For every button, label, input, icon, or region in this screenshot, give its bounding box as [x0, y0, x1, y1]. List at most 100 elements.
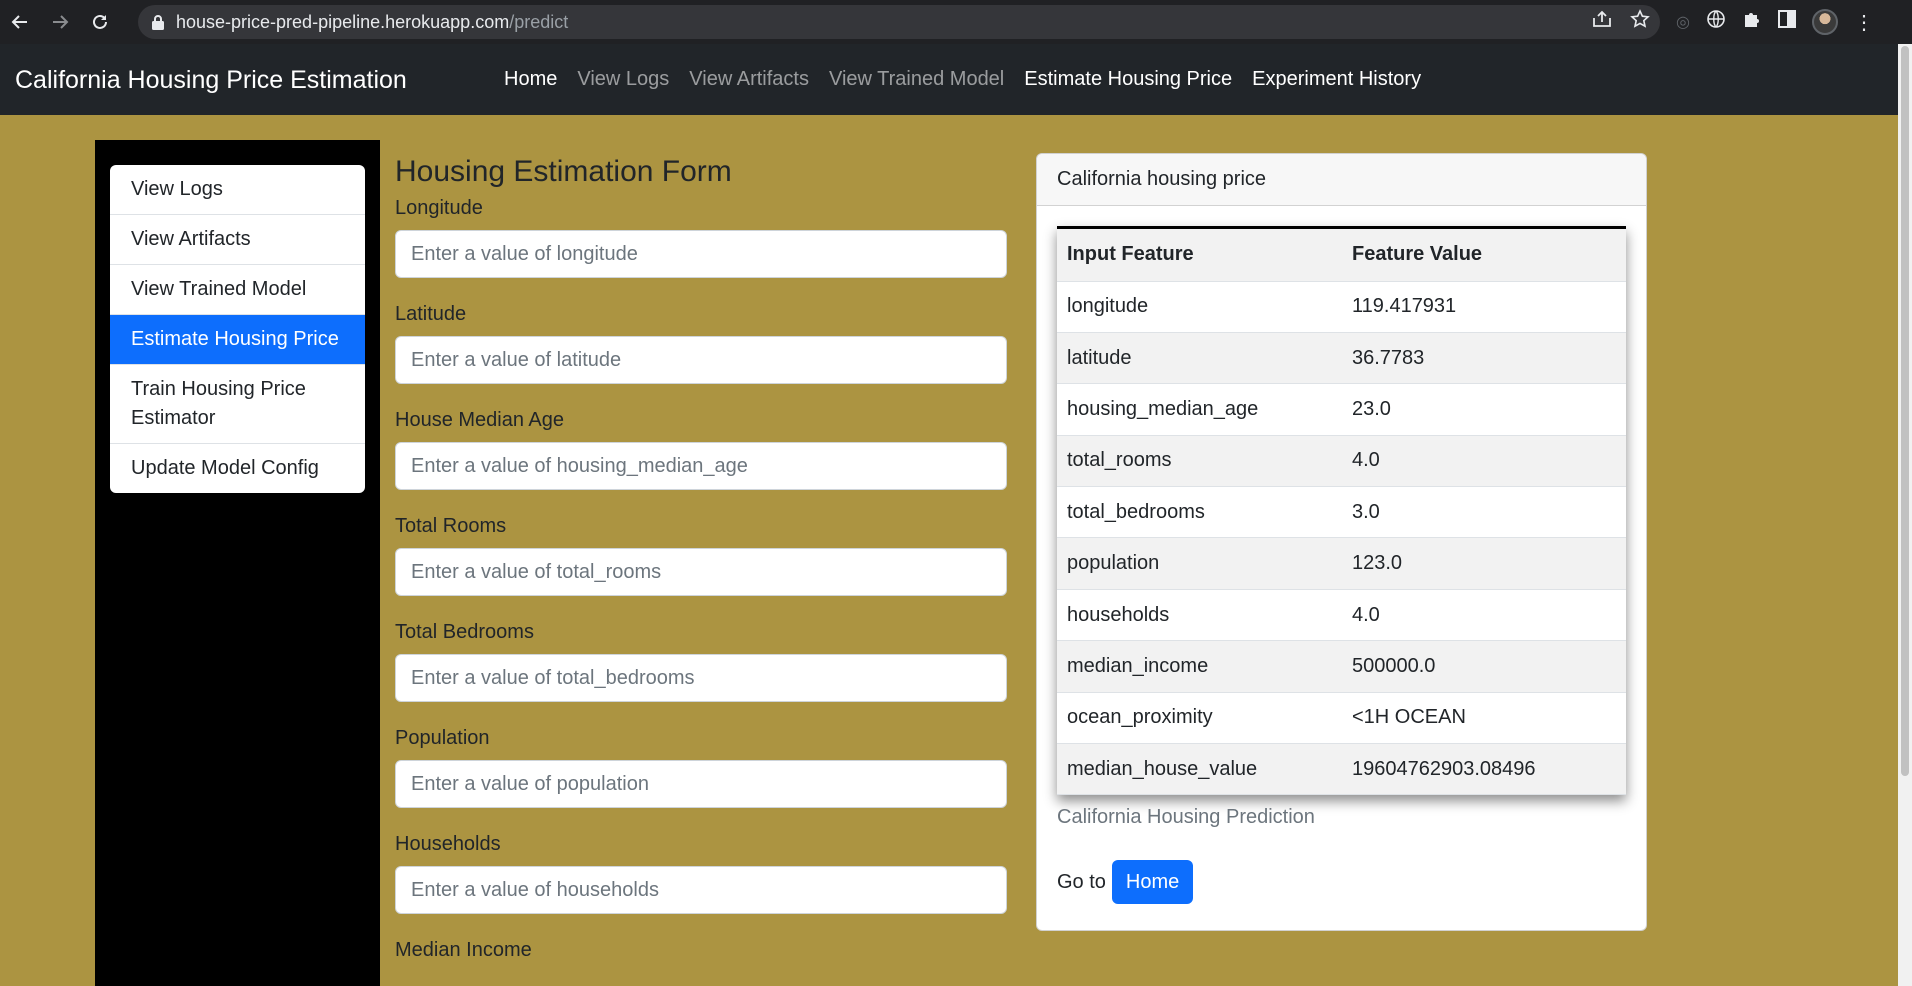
total-bedrooms-label: Total Bedrooms [395, 621, 534, 643]
table-row: median_income 500000.0 [1057, 640, 1626, 693]
app-navbar: California Housing Price Estimation Home… [0, 44, 1898, 115]
table-row: total_bedrooms 3.0 [1057, 486, 1626, 539]
house-median-age-label: House Median Age [395, 409, 565, 431]
population-field: Population [395, 727, 1007, 808]
feature-table: Input Feature Feature Value longitude 11… [1057, 229, 1626, 796]
house-median-age-input[interactable] [395, 442, 1007, 490]
feature-name-cell: median_income [1057, 640, 1342, 693]
navbar-brand[interactable]: California Housing Price Estimation [15, 66, 407, 95]
goto-label: Go to [1057, 870, 1106, 893]
nav-link-estimate-housing-price[interactable]: Estimate Housing Price [1014, 68, 1242, 91]
feature-value-cell: 19604762903.08496 [1342, 743, 1626, 796]
latitude-label: Latitude [395, 303, 467, 325]
menu-kebab-icon[interactable]: ⋮ [1854, 10, 1874, 35]
latitude-input[interactable] [395, 336, 1007, 384]
form-title: Housing Estimation Form [395, 155, 732, 188]
extensions-puzzle-icon[interactable] [1742, 9, 1762, 35]
goto-row: Go to Home [1057, 860, 1194, 904]
sidebar-item-update-model-config[interactable]: Update Model Config [110, 444, 365, 493]
total-bedrooms-field: Total Bedrooms [395, 621, 1007, 702]
table-row: latitude 36.7783 [1057, 332, 1626, 385]
total-rooms-input[interactable] [395, 548, 1007, 596]
extension-shield-icon[interactable]: ◎ [1676, 12, 1690, 32]
feature-name-cell: housing_median_age [1057, 383, 1342, 436]
table-caption: California Housing Prediction [1057, 806, 1315, 828]
reload-icon[interactable] [80, 0, 120, 44]
sidebar-item-estimate-housing-price[interactable]: Estimate Housing Price [110, 315, 365, 365]
back-arrow-icon[interactable] [0, 0, 40, 44]
feature-name-cell: total_rooms [1057, 435, 1342, 488]
column-header-feature-value: Feature Value [1342, 229, 1626, 282]
result-card: California housing price Input Feature F… [1036, 153, 1647, 931]
total-rooms-field: Total Rooms [395, 515, 1007, 596]
population-input[interactable] [395, 760, 1007, 808]
bookmark-star-icon[interactable] [1630, 9, 1650, 35]
longitude-label: Longitude [395, 197, 483, 219]
feature-value-cell: 119.417931 [1342, 281, 1626, 333]
longitude-field: Longitude [395, 197, 1007, 278]
median-income-field: Median Income [395, 939, 1007, 962]
population-label: Population [395, 727, 490, 749]
sidebar-item-train-housing-price-estimator[interactable]: Train Housing Price Estimator [110, 365, 365, 444]
feature-name-cell: median_house_value [1057, 743, 1342, 796]
households-input[interactable] [395, 866, 1007, 914]
sidebar-item-view-logs[interactable]: View Logs [110, 165, 365, 215]
feature-name-cell: total_bedrooms [1057, 486, 1342, 539]
nav-link-view-artifacts[interactable]: View Artifacts [679, 68, 819, 91]
url-text: house-price-pred-pipeline.herokuapp.com/… [176, 11, 569, 32]
feature-value-cell: 23.0 [1342, 383, 1626, 436]
column-header-input-feature: Input Feature [1057, 229, 1342, 282]
profile-avatar[interactable] [1811, 9, 1838, 35]
households-label: Households [395, 833, 501, 855]
house-median-age-field: House Median Age [395, 409, 1007, 490]
nav-link-experiment-history[interactable]: Experiment History [1242, 68, 1431, 91]
nav-link-view-logs[interactable]: View Logs [567, 68, 679, 91]
feature-name-cell: latitude [1057, 332, 1342, 385]
feature-value-cell: 36.7783 [1342, 332, 1626, 385]
feature-name-cell: longitude [1057, 281, 1342, 333]
sidebar-item-view-artifacts[interactable]: View Artifacts [110, 215, 365, 265]
scrollbar-thumb[interactable] [1901, 46, 1909, 776]
browser-toolbar: house-price-pred-pipeline.herokuapp.com/… [0, 0, 1912, 44]
table-row: median_house_value 19604762903.08496 [1057, 743, 1626, 796]
share-icon[interactable] [1592, 10, 1612, 34]
table-row: ocean_proximity <1H OCEAN [1057, 692, 1626, 745]
card-header: California housing price [1037, 154, 1646, 206]
sidebar-menu: View Logs View Artifacts View Trained Mo… [110, 165, 365, 493]
feature-value-cell: 4.0 [1342, 435, 1626, 488]
lock-icon [140, 14, 176, 30]
housing-estimation-form: Housing Estimation Form Longitude Latitu… [395, 155, 1007, 972]
sidebar: View Logs View Artifacts View Trained Mo… [95, 140, 380, 986]
table-row: households 4.0 [1057, 589, 1626, 642]
median-income-label: Median Income [395, 939, 532, 961]
home-button[interactable]: Home [1111, 860, 1194, 904]
table-row: population 123.0 [1057, 537, 1626, 590]
feature-value-cell: 500000.0 [1342, 640, 1626, 693]
total-bedrooms-input[interactable] [395, 654, 1007, 702]
address-bar[interactable]: house-price-pred-pipeline.herokuapp.com/… [138, 5, 1660, 39]
table-row: total_rooms 4.0 [1057, 435, 1626, 488]
total-rooms-label: Total Rooms [395, 515, 507, 537]
feature-value-cell: 3.0 [1342, 486, 1626, 539]
feature-name-cell: ocean_proximity [1057, 692, 1342, 745]
table-row: longitude 119.417931 [1057, 281, 1626, 333]
side-panel-icon[interactable] [1777, 10, 1796, 34]
feature-name-cell: households [1057, 589, 1342, 642]
feature-value-cell: 123.0 [1342, 537, 1626, 590]
feature-value-cell: 4.0 [1342, 589, 1626, 642]
feature-table-container: Input Feature Feature Value longitude 11… [1057, 226, 1626, 796]
table-row: housing_median_age 23.0 [1057, 383, 1626, 436]
extension-globe-icon[interactable] [1706, 9, 1726, 35]
nav-link-view-trained-model[interactable]: View Trained Model [819, 68, 1014, 91]
feature-name-cell: population [1057, 537, 1342, 590]
page-scrollbar[interactable] [1898, 44, 1912, 986]
table-header-row: Input Feature Feature Value [1057, 229, 1626, 282]
forward-arrow-icon[interactable] [40, 0, 80, 44]
feature-value-cell: <1H OCEAN [1342, 692, 1626, 745]
sidebar-item-view-trained-model[interactable]: View Trained Model [110, 265, 365, 315]
latitude-field: Latitude [395, 303, 1007, 384]
nav-link-home[interactable]: Home [494, 68, 567, 91]
longitude-input[interactable] [395, 230, 1007, 278]
households-field: Households [395, 833, 1007, 914]
navbar-links: Home View Logs View Artifacts View Train… [494, 68, 1431, 91]
